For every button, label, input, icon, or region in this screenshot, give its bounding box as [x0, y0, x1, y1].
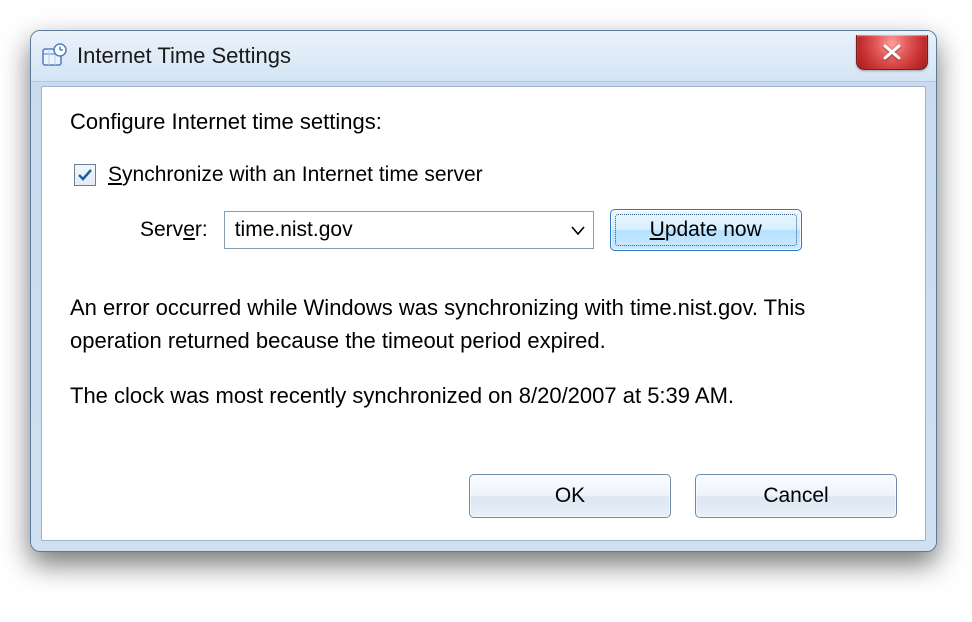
close-icon [881, 44, 903, 60]
update-now-button[interactable]: Update now [610, 209, 802, 251]
chevron-down-icon [571, 218, 585, 242]
server-row: Server: time.nist.gov Update now [140, 209, 897, 251]
cancel-button[interactable]: Cancel [695, 474, 897, 518]
close-button[interactable] [856, 35, 928, 70]
server-label: Server: [140, 218, 208, 242]
server-combobox-value: time.nist.gov [235, 218, 353, 242]
dialog-window: Internet Time Settings Configure Interne… [30, 30, 937, 552]
client-area: Configure Internet time settings: Synchr… [41, 86, 926, 541]
dialog-button-row: OK Cancel [469, 474, 897, 518]
titlebar[interactable]: Internet Time Settings [31, 31, 936, 82]
sync-checkbox-label[interactable]: Synchronize with an Internet time server [108, 163, 483, 187]
window-title: Internet Time Settings [77, 43, 291, 69]
instruction-text: Configure Internet time settings: [70, 109, 897, 135]
status-last-sync-text: The clock was most recently synchronized… [70, 379, 897, 412]
ok-button[interactable]: OK [469, 474, 671, 518]
sync-option-row: Synchronize with an Internet time server [74, 163, 897, 187]
time-settings-icon [41, 43, 67, 69]
checkmark-icon [77, 167, 93, 183]
sync-checkbox[interactable] [74, 164, 96, 186]
status-error-text: An error occurred while Windows was sync… [70, 291, 897, 357]
server-combobox[interactable]: time.nist.gov [224, 211, 594, 249]
